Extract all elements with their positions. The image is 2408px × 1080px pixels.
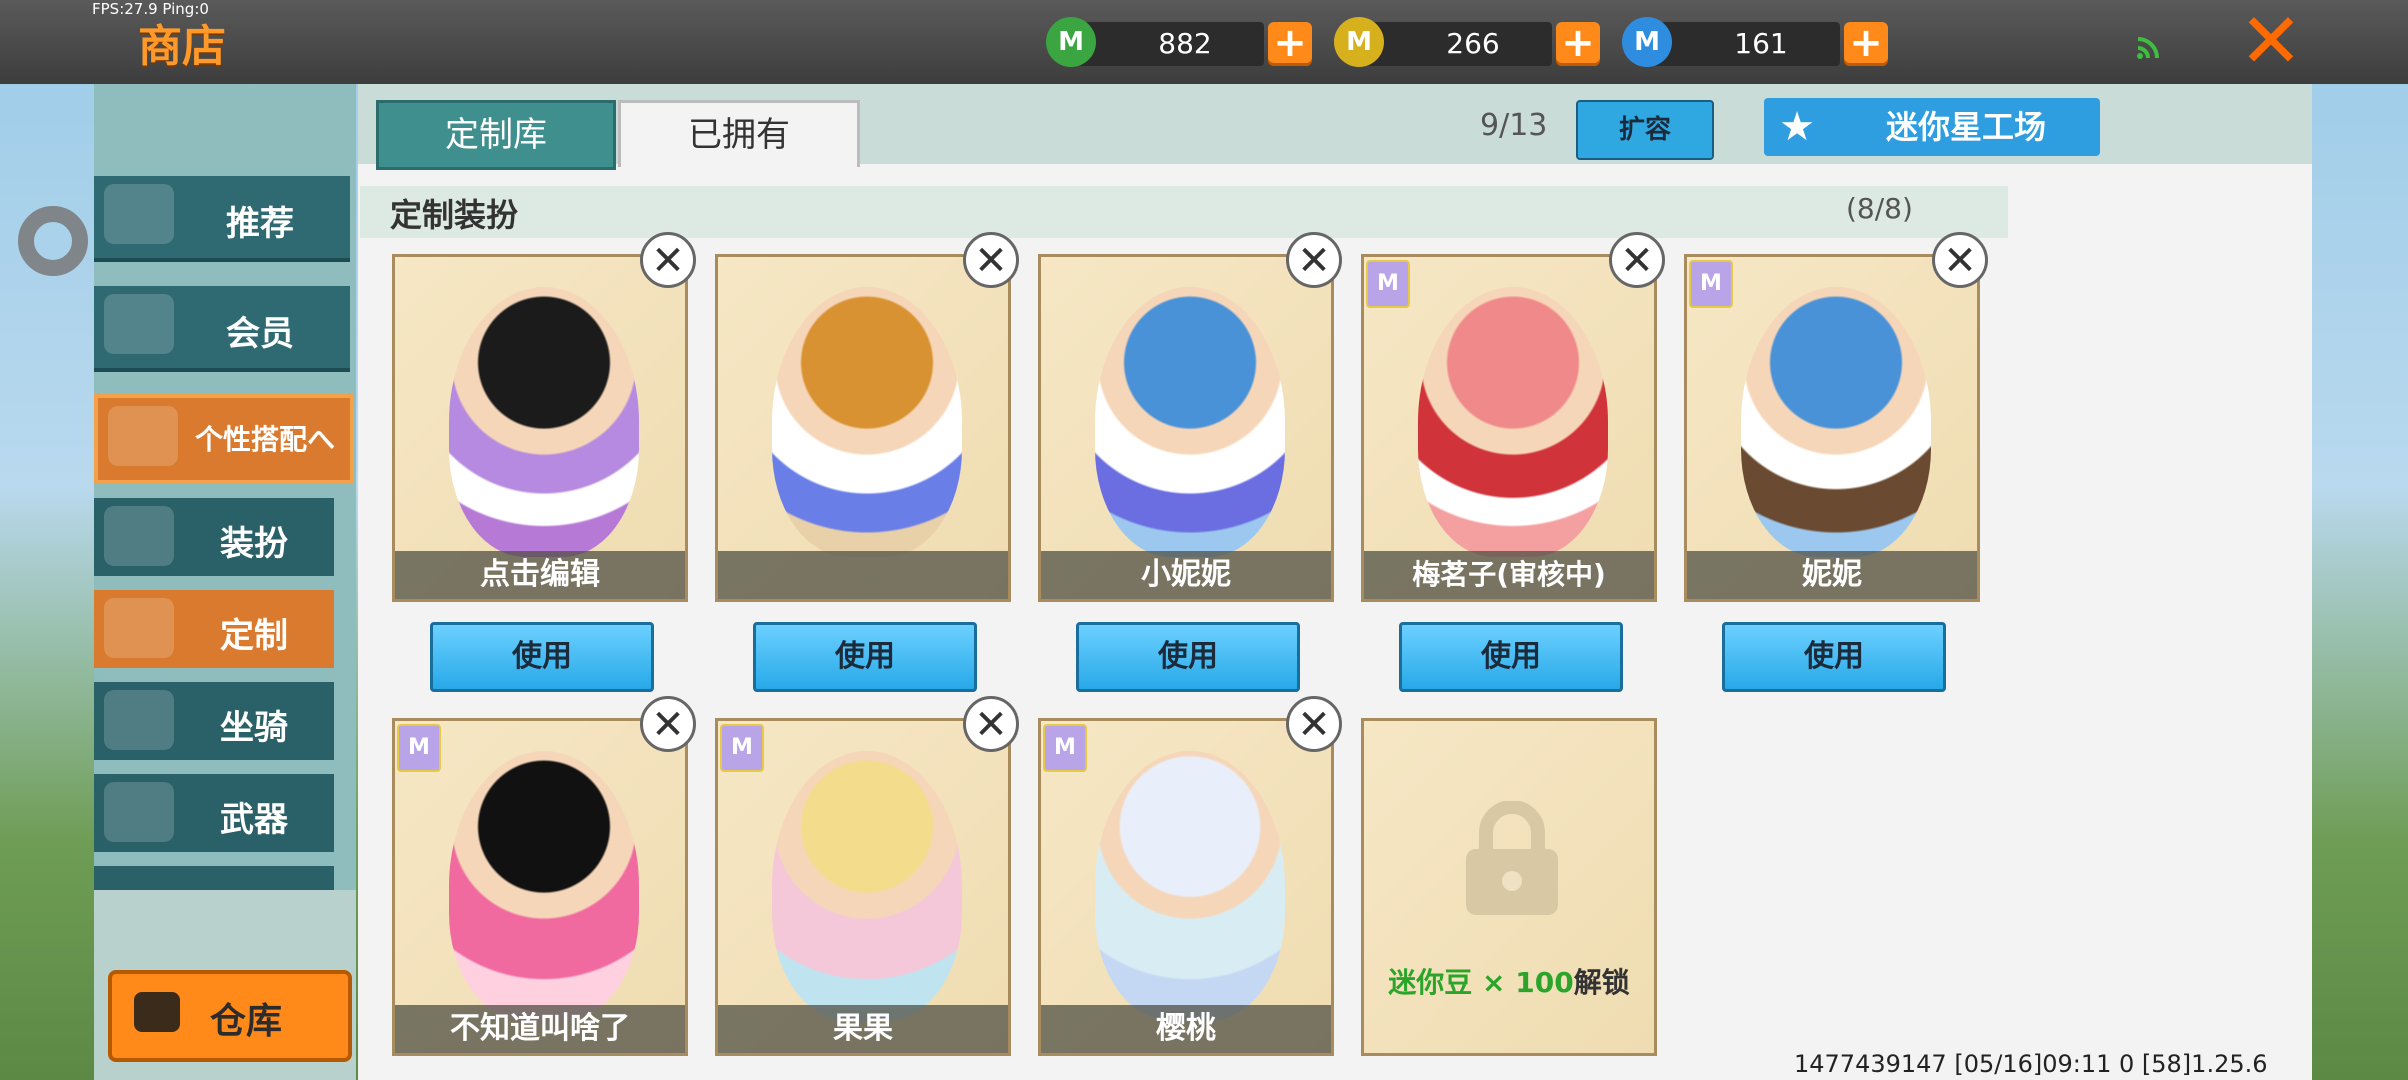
- sidebar-item-label: 个性搭配へ: [194, 423, 335, 456]
- vip-badge-icon: M: [1366, 260, 1410, 308]
- chest-icon: [134, 992, 180, 1032]
- warehouse-button[interactable]: 仓库: [108, 970, 352, 1062]
- vip-badge-icon: M: [720, 724, 764, 772]
- sidebar-item-label: 定制: [220, 616, 288, 656]
- expand-button[interactable]: 扩容: [1576, 100, 1714, 160]
- add-green-currency-button[interactable]: +: [1268, 22, 1312, 66]
- delete-outfit-button[interactable]: ✕: [1286, 696, 1342, 752]
- avatar-preview: [1095, 287, 1285, 557]
- green-currency-value: 882: [1158, 27, 1212, 60]
- delete-outfit-button[interactable]: ✕: [963, 232, 1019, 288]
- use-outfit-button[interactable]: 使用: [1399, 622, 1623, 692]
- sidebar-item-customize[interactable]: 定制: [94, 590, 334, 668]
- sidebar-item-recommend[interactable]: 推荐: [94, 176, 350, 262]
- page-title: 商店: [138, 21, 226, 72]
- outfit-name: [718, 551, 1008, 599]
- sidebar-item-personal-outfit[interactable]: 个性搭配へ: [94, 394, 354, 484]
- delete-outfit-button[interactable]: ✕: [1932, 232, 1988, 288]
- pencil-icon: [104, 598, 174, 658]
- vip-badge-icon: M: [1689, 260, 1733, 308]
- wifi-signal-icon: [2137, 37, 2159, 59]
- warehouse-label: 仓库: [210, 1001, 283, 1042]
- avatar-preview: [1095, 751, 1285, 1021]
- outfit-name: 妮妮: [1687, 551, 1977, 599]
- tab-custom-library[interactable]: 定制库: [376, 100, 616, 170]
- use-outfit-button[interactable]: 使用: [1722, 622, 1946, 692]
- avatar-preview: [1418, 287, 1608, 557]
- section-title: 定制装扮: [390, 196, 519, 234]
- close-icon[interactable]: ✕: [2236, 3, 2306, 79]
- trophy-icon: [108, 406, 178, 466]
- blue-m-coin-icon: M: [1622, 17, 1672, 67]
- avatar-preview: [449, 751, 639, 1021]
- delete-outfit-button[interactable]: ✕: [640, 696, 696, 752]
- slot-count: 9/13: [1480, 108, 1548, 143]
- tab-owned[interactable]: 已拥有: [618, 100, 860, 167]
- outfit-name: 小妮妮: [1041, 551, 1331, 599]
- blue-currency-value: 161: [1734, 27, 1788, 60]
- floating-ball-icon[interactable]: [18, 206, 88, 276]
- workshop-label: 迷你星工场: [1886, 108, 2047, 146]
- outfit-name: 果果: [718, 1005, 1008, 1053]
- outfit-name: 梅茗子(审核中): [1364, 551, 1654, 599]
- lock-icon: [1466, 801, 1558, 915]
- unlock-label: 解锁: [1573, 966, 1630, 999]
- section-count: (8/8): [1846, 192, 1913, 225]
- mini-workshop-button[interactable]: ★ 迷你星工场: [1764, 98, 2100, 156]
- section-header: [360, 186, 2008, 238]
- build-info: 1477439147 [05/16]09:11 0 [58]1.25.6: [1794, 1050, 2268, 1078]
- add-gold-currency-button[interactable]: +: [1556, 22, 1600, 66]
- locked-slot[interactable]: 迷你豆 × 100解锁: [1361, 718, 1657, 1056]
- vip-l-icon: [104, 294, 174, 354]
- avatar-preview: [1741, 287, 1931, 557]
- green-m-coin-icon: M: [1046, 17, 1096, 67]
- avatar-preview: [772, 751, 962, 1021]
- add-blue-currency-button[interactable]: +: [1844, 22, 1888, 66]
- avatar-preview: [449, 287, 639, 557]
- outfit-card[interactable]: 小妮妮: [1038, 254, 1334, 602]
- use-outfit-button[interactable]: 使用: [1076, 622, 1300, 692]
- sidebar-item-label: 会员: [226, 314, 294, 354]
- gold-currency-value: 266: [1446, 27, 1500, 60]
- thumbs-up-icon: [104, 184, 174, 244]
- sidebar-item-label: 装扮: [220, 524, 288, 564]
- outfit-card[interactable]: 点击编辑: [392, 254, 688, 602]
- delete-outfit-button[interactable]: ✕: [640, 232, 696, 288]
- outfit-name: 不知道叫啥了: [395, 1005, 685, 1053]
- use-outfit-button[interactable]: 使用: [430, 622, 654, 692]
- avatar-preview: [772, 287, 962, 557]
- sidebar-item-mount[interactable]: 坐骑: [94, 682, 334, 760]
- shirt-icon: [104, 506, 174, 566]
- sidebar-item-label: 坐骑: [220, 708, 288, 748]
- unlock-price-amount: 迷你豆 × 100: [1388, 966, 1574, 999]
- delete-outfit-button[interactable]: ✕: [1609, 232, 1665, 288]
- outfit-card[interactable]: [715, 254, 1011, 602]
- sidebar-item-label: 武器: [220, 800, 288, 840]
- mount-icon: [104, 690, 174, 750]
- outfit-name: 点击编辑: [395, 551, 685, 599]
- gun-icon: [104, 782, 174, 842]
- sidebar-item-weapon[interactable]: 武器: [94, 774, 334, 852]
- delete-outfit-button[interactable]: ✕: [963, 696, 1019, 752]
- gold-m-coin-icon: M: [1334, 17, 1384, 67]
- outfit-name: 樱桃: [1041, 1005, 1331, 1053]
- sidebar-item-label: 推荐: [226, 204, 294, 244]
- unlock-price: 迷你豆 × 100解锁: [1364, 961, 1654, 1001]
- vip-badge-icon: M: [397, 724, 441, 772]
- vip-badge-icon: M: [1043, 724, 1087, 772]
- delete-outfit-button[interactable]: ✕: [1286, 232, 1342, 288]
- star-icon: ★: [1779, 104, 1815, 150]
- sidebar-item-dress-up[interactable]: 装扮: [94, 498, 334, 576]
- use-outfit-button[interactable]: 使用: [753, 622, 977, 692]
- sidebar-item-membership[interactable]: 会员: [94, 286, 350, 372]
- sidebar-item-partial[interactable]: [94, 866, 334, 890]
